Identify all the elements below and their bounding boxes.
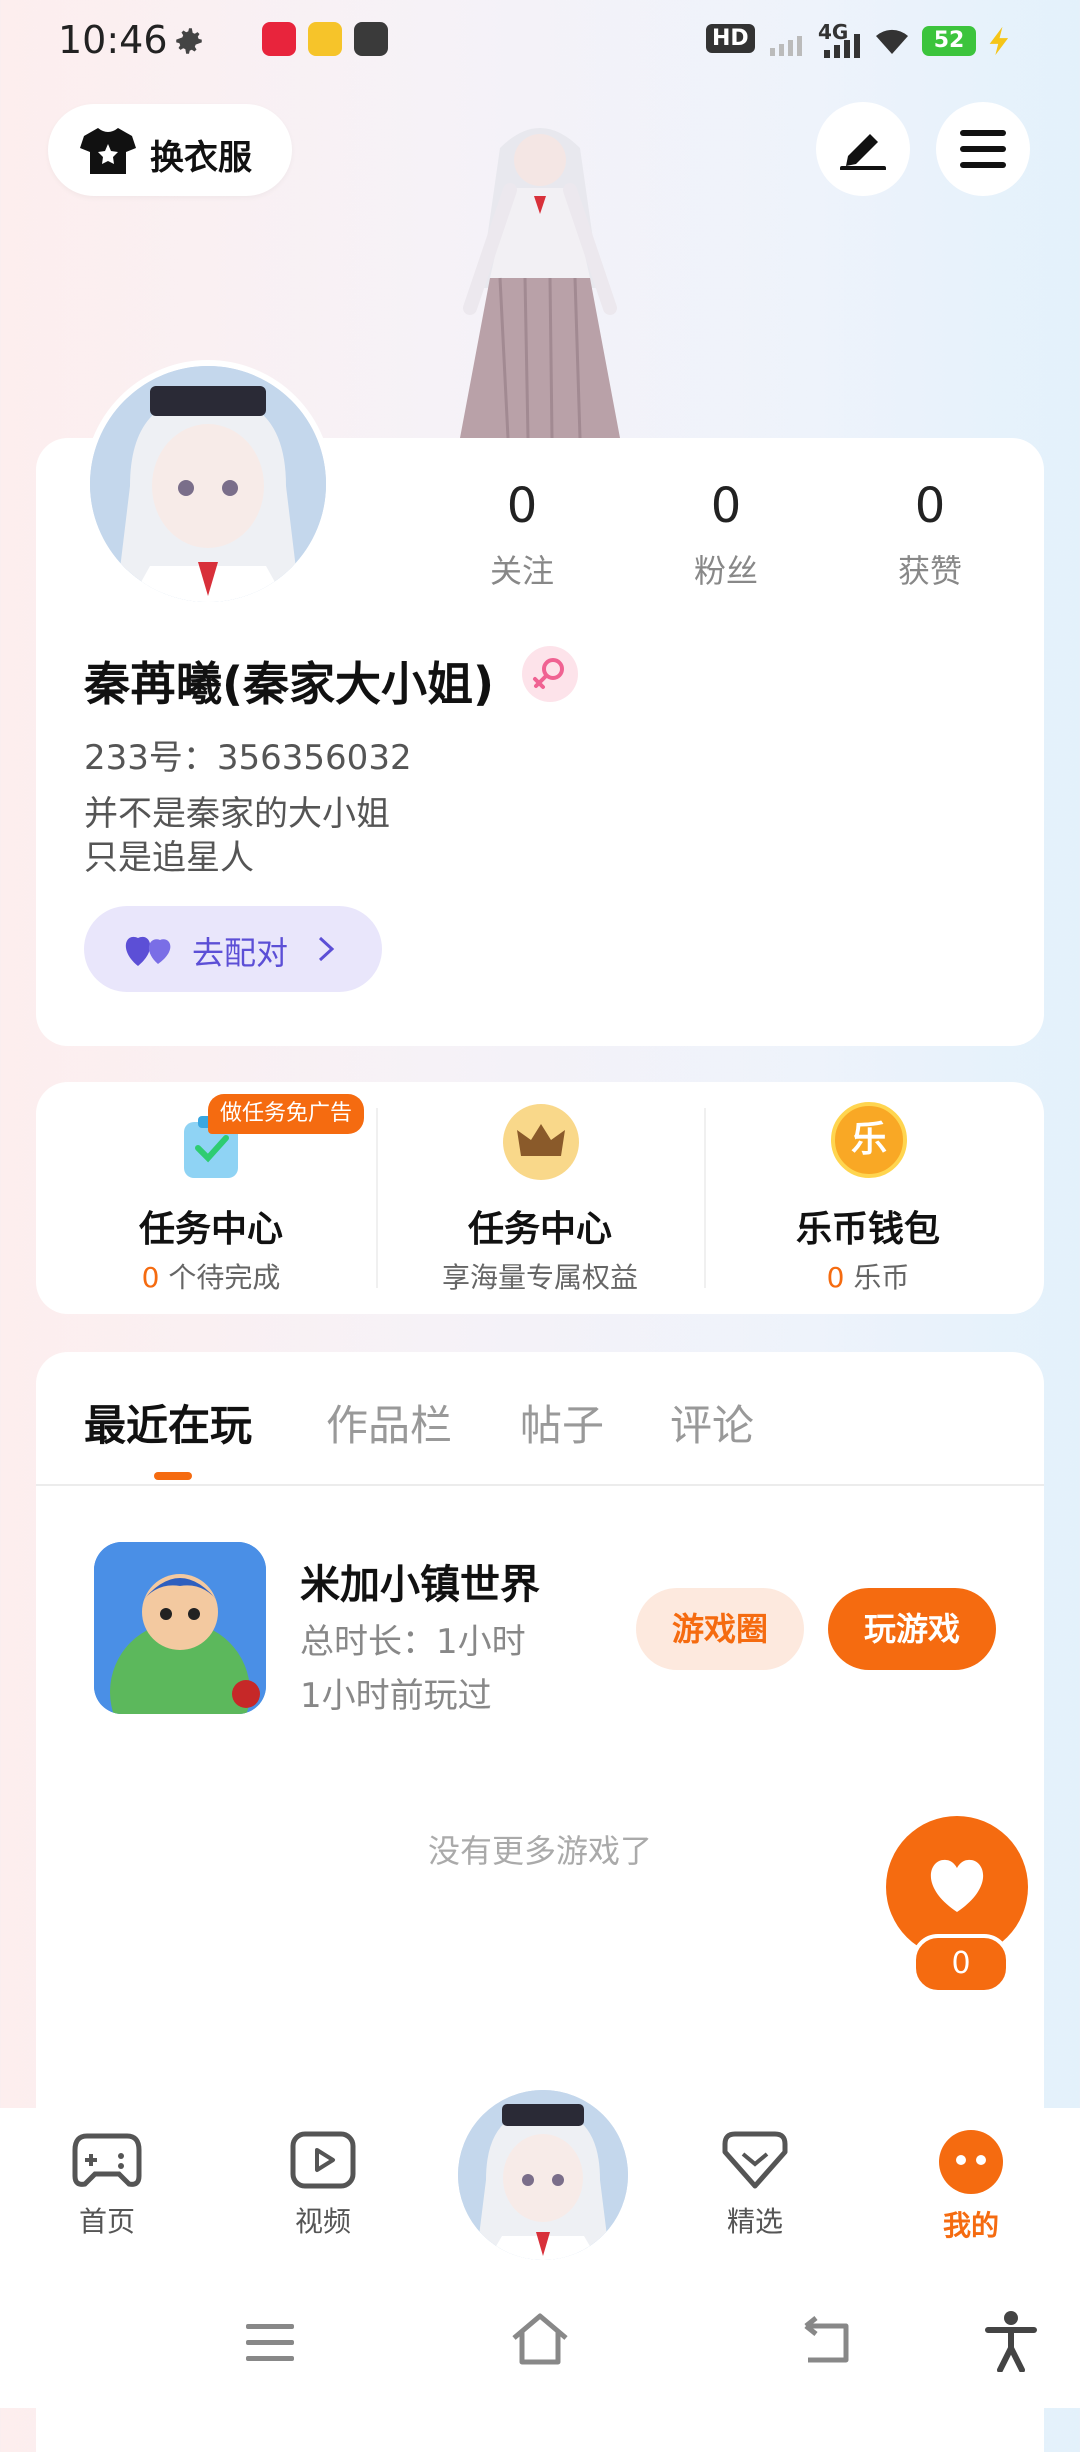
tab-posts[interactable]: 帖子	[520, 1392, 604, 1453]
gender-female-icon	[522, 646, 578, 702]
wifi-icon	[876, 29, 908, 54]
recent-apps-icon[interactable]	[244, 2320, 296, 2364]
privileges-sub: 享海量专属权益	[441, 1261, 638, 1294]
nav-video-label: 视频	[294, 2205, 351, 2238]
task-sub: 0 个待完成	[46, 1256, 376, 1296]
privileges-title: 任务中心	[467, 1209, 612, 1250]
shirt-icon	[80, 128, 136, 174]
task-pending-count: 0	[141, 1261, 160, 1294]
heart-icon	[930, 1859, 984, 1912]
edit-profile-button[interactable]	[816, 102, 910, 196]
profile-bio: 并不是秦家的大小姐 只是追星人	[84, 792, 390, 880]
followers-count: 0	[710, 478, 742, 534]
user-id: 233号：356356032	[84, 738, 412, 778]
following-stat[interactable]: 0 关注	[442, 478, 602, 592]
nav-featured-label: 精选	[726, 2205, 783, 2238]
privileges-item[interactable]: 任务中心 享海量专属权益	[375, 1082, 705, 1314]
coin-icon: 乐	[831, 1102, 907, 1178]
game-name: 米加小镇世界	[300, 1562, 540, 1608]
app-notification-icon	[308, 22, 342, 56]
ad-free-badge: 做任务免广告	[208, 1094, 365, 1134]
nav-video[interactable]: 视频	[248, 2130, 398, 2240]
following-label: 关注	[489, 552, 554, 590]
avatar-image	[458, 2090, 628, 2260]
likes-label: 获赞	[897, 552, 962, 590]
menu-button[interactable]	[936, 102, 1030, 196]
app-notification-icon	[262, 22, 296, 56]
avatar-character-figure[interactable]	[430, 118, 650, 438]
hamburger-icon	[960, 130, 1006, 168]
like-count: 0	[912, 1934, 1010, 1994]
wallet-title: 乐币钱包	[795, 1209, 940, 1250]
charging-icon	[989, 26, 1009, 56]
task-pending-label: 个待完成	[159, 1261, 281, 1294]
followers-stat[interactable]: 0 粉丝	[646, 478, 806, 592]
profile-avatar[interactable]	[84, 360, 332, 608]
game-artwork	[94, 1542, 266, 1714]
coin-unit: 乐币	[844, 1261, 910, 1294]
nav-avatar[interactable]	[454, 2086, 632, 2264]
nav-mine[interactable]: 我的	[896, 2130, 1046, 2244]
avatar-image	[90, 366, 326, 602]
wallet-sub: 0 乐币	[703, 1256, 1033, 1296]
bio-line: 只是追星人	[84, 838, 254, 878]
crown-icon	[503, 1104, 579, 1180]
tab-comments[interactable]: 评论	[670, 1392, 754, 1453]
back-icon[interactable]	[798, 2316, 854, 2366]
profile-name: 秦苒曦(秦家大小姐)	[84, 657, 495, 711]
game-circle-button[interactable]: 游戏圈	[636, 1588, 804, 1670]
tab-recently-played[interactable]: 最近在玩	[84, 1392, 252, 1453]
tab-indicator	[154, 1472, 192, 1480]
play-game-button[interactable]: 玩游戏	[828, 1588, 996, 1670]
mine-face-icon	[939, 2130, 1003, 2194]
nav-featured[interactable]: 精选	[680, 2130, 830, 2240]
change-outfit-label: 换衣服	[150, 138, 252, 178]
hd-icon: HD	[706, 24, 755, 53]
battery-icon: 52	[922, 26, 976, 56]
settings-icon	[176, 28, 202, 54]
heart-outline-icon	[722, 2131, 788, 2189]
tab-works[interactable]: 作品栏	[326, 1392, 452, 1453]
gamepad-icon	[72, 2133, 142, 2187]
pair-button[interactable]: 去配对	[84, 906, 382, 992]
divider	[36, 1484, 1044, 1486]
likes-stat[interactable]: 0 获赞	[850, 478, 1010, 592]
status-bar: 10:46 HD 4G 52	[0, 0, 1080, 84]
wallet-item[interactable]: 乐 乐币钱包 0 乐币	[703, 1082, 1033, 1314]
video-play-icon	[290, 2131, 356, 2189]
nav-mine-label: 我的	[942, 2209, 999, 2242]
signal-icon	[824, 34, 860, 58]
coin-balance: 0	[826, 1261, 845, 1294]
likes-count: 0	[914, 478, 946, 534]
task-title: 任务中心	[138, 1209, 283, 1250]
game-duration: 总时长：1小时	[300, 1622, 526, 1662]
pen-icon	[840, 134, 886, 170]
pair-label: 去配对	[192, 934, 289, 972]
followers-label: 粉丝	[693, 552, 758, 590]
change-outfit-button[interactable]: 换衣服	[48, 104, 292, 196]
accessibility-icon[interactable]	[984, 2310, 1038, 2372]
game-icon[interactable]	[94, 1542, 266, 1714]
status-time: 10:46	[58, 18, 168, 62]
home-icon[interactable]	[508, 2312, 572, 2366]
following-count: 0	[506, 478, 538, 534]
game-last-played: 1小时前玩过	[300, 1676, 492, 1716]
heart-pair-icon	[125, 936, 171, 966]
nav-home[interactable]: 首页	[32, 2130, 182, 2240]
nav-home-label: 首页	[78, 2205, 135, 2238]
chevron-right-icon	[318, 936, 335, 962]
signal-weak-icon	[770, 36, 802, 56]
bio-line: 并不是秦家的大小姐	[84, 794, 390, 834]
video-notification-icon	[354, 22, 388, 56]
